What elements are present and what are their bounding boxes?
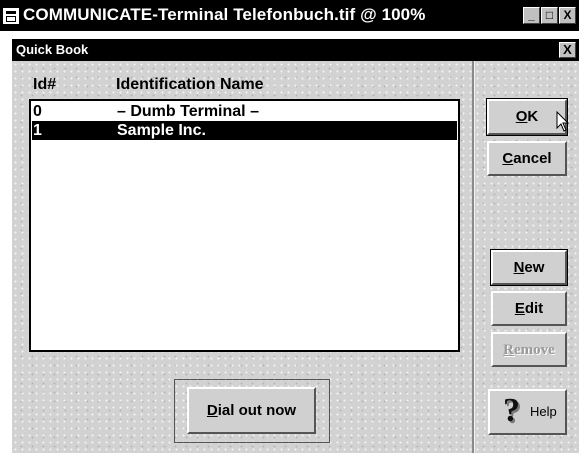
window-titlebar: COMMUNICATE-Terminal Telefonbuch.tif @ 1… xyxy=(0,0,579,31)
list-item-name: – Dumb Terminal – xyxy=(117,103,259,120)
dialog-titlebar: Quick Book X xyxy=(12,39,579,61)
separator xyxy=(472,61,475,453)
column-header-id: Id# xyxy=(33,76,57,93)
window-close-button[interactable]: X xyxy=(559,7,576,24)
list-item-selected[interactable]: 1 Sample Inc. xyxy=(32,121,457,140)
dialog-title: Quick Book xyxy=(16,42,89,57)
cancel-button[interactable]: Cancel xyxy=(487,141,567,176)
quick-book-dialog: Quick Book X Id# Identification Name 0 –… xyxy=(12,39,579,453)
help-icon: ? ? xyxy=(503,396,522,428)
svg-text:?: ? xyxy=(503,396,520,428)
ok-button[interactable]: OK xyxy=(486,98,568,136)
dialog-body: Id# Identification Name 0 – Dumb Termina… xyxy=(12,61,579,453)
list-item[interactable]: 0 – Dumb Terminal – xyxy=(32,102,457,121)
help-label: Help xyxy=(530,404,557,419)
app-icon[interactable] xyxy=(3,8,19,24)
dialog-close-button[interactable]: X xyxy=(559,42,576,58)
list-item-name: Sample Inc. xyxy=(117,122,206,139)
remove-button[interactable]: Remove xyxy=(491,332,567,367)
column-header-name: Identification Name xyxy=(116,76,264,93)
help-button[interactable]: ? ? Help xyxy=(488,389,567,435)
phonebook-list[interactable]: 0 – Dumb Terminal – 1 Sample Inc. xyxy=(29,99,460,352)
dial-out-now-button[interactable]: Dial out now xyxy=(187,387,316,434)
maximize-button[interactable]: □ xyxy=(541,7,558,24)
minimize-button[interactable]: _ xyxy=(523,7,540,24)
list-item-id: 0 xyxy=(33,103,42,120)
list-item-id: 1 xyxy=(33,122,42,139)
window-title: COMMUNICATE-Terminal Telefonbuch.tif @ 1… xyxy=(23,5,426,24)
mouse-cursor-icon xyxy=(556,111,570,132)
new-button[interactable]: New xyxy=(490,249,568,286)
edit-button[interactable]: Edit xyxy=(491,291,567,326)
